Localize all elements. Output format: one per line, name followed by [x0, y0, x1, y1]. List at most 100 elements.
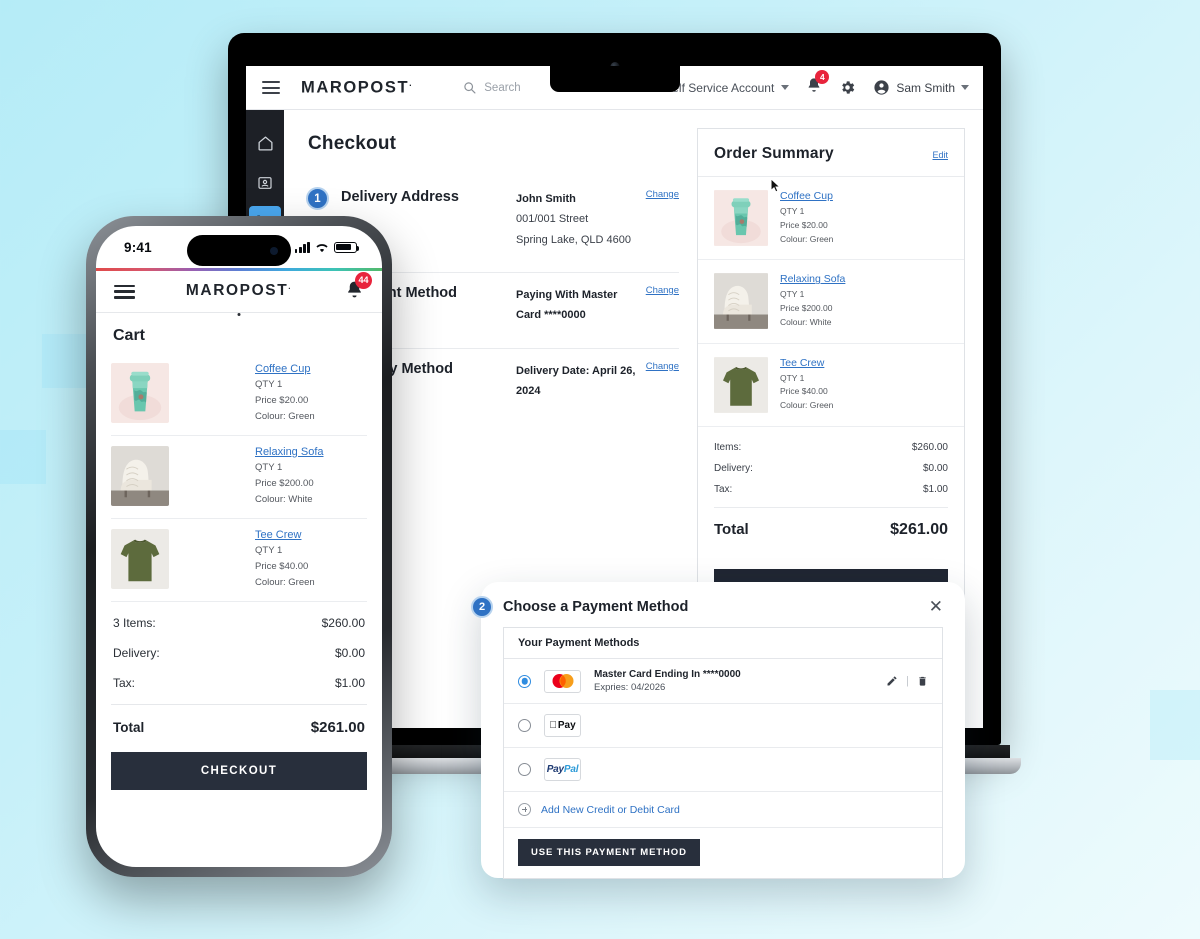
product-qty: QTY 1 [255, 461, 283, 473]
product-link[interactable]: Coffee Cup [255, 363, 367, 375]
cart-item-info: Tee Crew QTY 1 Price $40.00 Colour: Gree… [255, 529, 367, 591]
trash-icon[interactable] [917, 675, 928, 687]
home-icon [257, 135, 273, 151]
checkout-button[interactable]: CHECKOUT [111, 751, 367, 790]
phone-header: MAROPOST. 44 [96, 271, 382, 316]
payment-method-apple-pay[interactable]: Pay [504, 704, 942, 748]
total-value: $0.00 [922, 462, 948, 474]
hamburger-icon[interactable] [114, 284, 135, 299]
action-divider: | [906, 675, 909, 687]
product-qty: QTY 1 [780, 206, 805, 216]
change-delivery-link[interactable]: Change [646, 361, 679, 372]
sidebar-item-account[interactable] [249, 166, 281, 200]
cart-title: Cart [113, 327, 146, 344]
radio-apple-pay[interactable] [518, 719, 531, 732]
coffee-cup-image [111, 363, 169, 423]
brand-logo: MAROPOST. [186, 282, 292, 300]
topbar-right-group: ost Self Service Account 4 Sam Smith [645, 70, 969, 98]
modal-step-number: 2 [471, 595, 493, 618]
product-link[interactable]: Relaxing Sofa [255, 446, 367, 458]
total-label: 3 Items: [113, 615, 156, 630]
background-square [1150, 690, 1200, 760]
front-camera [270, 246, 278, 255]
order-item-info: Relaxing Sofa QTY 1 Price $200.00 Colour… [780, 273, 845, 329]
product-colour: Colour: Green [255, 576, 315, 588]
use-payment-method-button[interactable]: USE THIS PAYMENT METHOD [518, 839, 700, 866]
address-line-1: 001/001 Street [516, 213, 589, 226]
add-new-card-label[interactable]: Add New Credit or Debit Card [541, 804, 680, 816]
product-price: Price $40.00 [780, 386, 828, 397]
product-qty: QTY 1 [780, 372, 805, 383]
card-expiry: Expries: 04/2026 [594, 682, 666, 693]
wifi-icon [316, 243, 328, 252]
phone-notifications-button[interactable]: 44 [345, 271, 372, 304]
product-colour: Colour: Green [255, 410, 315, 422]
grand-total-label: Total [714, 521, 749, 539]
battery-icon [334, 241, 360, 253]
product-colour: Colour: White [255, 493, 313, 505]
user-menu[interactable]: Sam Smith [873, 79, 969, 96]
total-value: $1.00 [334, 675, 365, 690]
total-row-delivery: Delivery: $0.00 [714, 458, 948, 479]
product-link[interactable]: Relaxing Sofa [780, 273, 845, 285]
hamburger-icon[interactable] [262, 81, 280, 94]
brand-mark: . [409, 77, 414, 88]
order-summary-title: Order Summary [714, 145, 834, 162]
chevron-down-icon [781, 85, 790, 90]
edit-order-link[interactable]: Edit [932, 150, 948, 160]
total-label: Tax: [714, 483, 733, 495]
product-colour: Colour: Green [780, 400, 834, 411]
radio-mastercard[interactable] [518, 674, 531, 688]
radio-paypal[interactable] [518, 763, 531, 776]
phone-cart: Cart Coffee Cup QTY 1 Price $20.00 Colou… [96, 327, 382, 736]
coffee-cup-image [714, 190, 768, 246]
add-new-card-row[interactable]: Add New Credit or Debit Card [504, 792, 942, 828]
payment-value: Paying With Master Card ****0000 [516, 289, 618, 322]
payment-method-paypal[interactable]: PayPal [504, 748, 942, 792]
total-row-tax: Tax: $1.00 [714, 479, 948, 500]
step-label: Delivery Address [341, 189, 459, 205]
card-actions: | [886, 675, 928, 687]
paypal-text-a: Pay [546, 764, 564, 775]
product-thumbnail-tee-crew [714, 356, 768, 413]
close-icon[interactable]: ✕ [929, 598, 943, 615]
change-address-link[interactable]: Change [646, 189, 679, 200]
search-input[interactable]: Search [463, 81, 521, 94]
search-icon [464, 82, 476, 94]
gear-icon[interactable] [839, 79, 856, 96]
background-square [0, 430, 46, 484]
cart-item: Coffee Cup QTY 1 Price $20.00 Colour: Gr… [111, 353, 367, 436]
product-price: Price $20.00 [780, 219, 828, 230]
total-row-items: Items: $260.00 [714, 437, 948, 458]
phone-totals: 3 Items: $260.00 Delivery: $0.00 Tax: $1… [111, 602, 367, 736]
total-label: Delivery: [113, 645, 160, 660]
grand-total-row: Total $261.00 [714, 506, 948, 543]
order-item: Relaxing Sofa QTY 1 Price $200.00 Colour… [698, 260, 964, 344]
pencil-icon[interactable] [886, 675, 898, 687]
address-line-2: Spring Lake, QLD 4600 [516, 233, 631, 246]
product-thumbnail-relaxing-sofa [111, 445, 169, 506]
status-time: 9:41 [124, 239, 152, 255]
apple-pay-text: Pay [553, 720, 576, 731]
total-value: $260.00 [321, 615, 365, 630]
apple-pay-logo: Pay [544, 714, 581, 737]
product-link[interactable]: Tee Crew [255, 529, 367, 541]
product-price: Price $40.00 [255, 560, 309, 572]
sidebar-item-home[interactable] [249, 126, 281, 160]
scroll-dot [237, 313, 241, 316]
cart-item-info: Relaxing Sofa QTY 1 Price $200.00 Colour… [255, 446, 367, 508]
address-name: John Smith [516, 193, 576, 205]
notifications-button[interactable]: 4 [806, 70, 830, 98]
paypal-icon: PayPal [547, 764, 579, 775]
brand-text: MAROPOST [301, 78, 410, 97]
product-link[interactable]: Coffee Cup [780, 190, 833, 202]
total-value: $0.00 [334, 645, 365, 660]
change-payment-link[interactable]: Change [646, 285, 679, 296]
grand-total-row: Total $261.00 [111, 703, 367, 736]
page-title: Checkout [308, 133, 397, 154]
brand-text: MAROPOST [185, 282, 289, 300]
payment-method-mastercard[interactable]: Master Card Ending In ****0000 Expries: … [504, 659, 942, 704]
delivery-value: Delivery Date: April 26, 2024 [516, 364, 636, 398]
total-label: Tax: [113, 675, 136, 690]
product-link[interactable]: Tee Crew [780, 357, 833, 369]
